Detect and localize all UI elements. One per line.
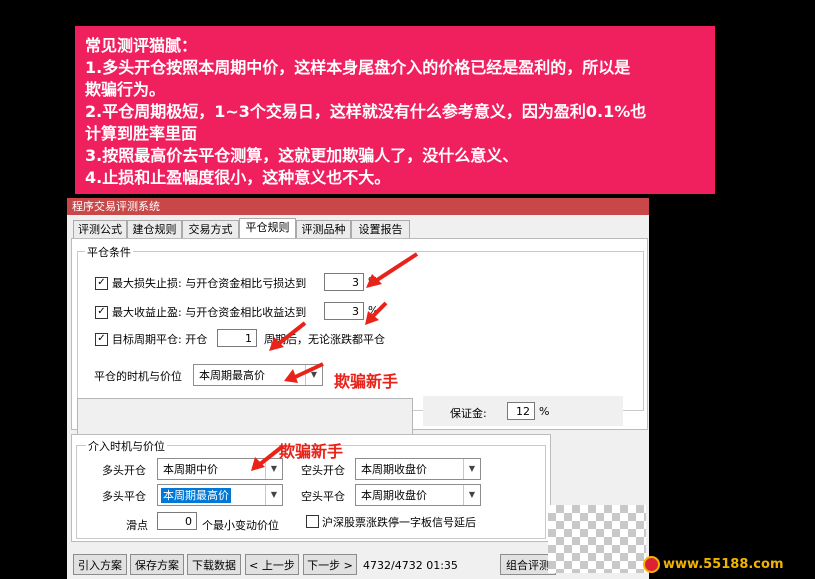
close-timing-label: 平仓的时机与价位 <box>94 370 182 383</box>
stop-loss-input[interactable]: 3 <box>324 273 364 291</box>
short-close-select[interactable]: 本周期收盘价 ▼ <box>355 484 481 506</box>
note-line: 4.止损和止盈幅度很小，这种意义也不大。 <box>85 168 391 187</box>
arrow-icon <box>269 321 307 351</box>
short-open-label: 空头开仓 <box>301 464 345 477</box>
tab-formula[interactable]: 评测公式 <box>73 220 127 238</box>
long-close-select[interactable]: 本周期最高价 ▼ <box>157 484 283 506</box>
entry-panel: 介入时机与价位 多头开仓 本周期中价 ▼ 空头开仓 本周期收盘价 ▼ 多头平仓 … <box>71 434 551 542</box>
long-open-label: 多头开仓 <box>102 464 146 477</box>
entry-group-title: 介入时机与价位 <box>86 438 167 454</box>
window-title: 程序交易评测系统 <box>67 198 649 215</box>
stop-loss-checkbox[interactable]: ✓ <box>95 277 108 290</box>
tab-report[interactable]: 设置报告 <box>351 220 410 238</box>
target-period-label: 目标周期平仓: 开仓 <box>112 333 208 346</box>
chevron-down-icon: ▼ <box>463 459 480 479</box>
limit-label: 沪深股票涨跌停一字板信号延后 <box>322 516 476 529</box>
note-line: 常见测评猫腻： <box>85 36 198 55</box>
long-close-value: 本周期最高价 <box>161 488 231 503</box>
short-close-value: 本周期收盘价 <box>361 489 427 502</box>
chevron-down-icon: ▼ <box>463 485 480 505</box>
margin-label: 保证金: <box>450 407 487 420</box>
note-line: 欺骗行为。 <box>85 80 166 99</box>
slippage-unit: 个最小变动价位 <box>202 519 279 532</box>
prev-button[interactable]: < 上一步 <box>245 554 299 575</box>
group-title: 平仓条件 <box>85 244 133 260</box>
cheat-annotation: 欺骗新手 <box>279 442 344 461</box>
arrow-icon <box>284 362 324 383</box>
take-profit-label: 最大收益止盈: 与开仓资金相比收益达到 <box>112 306 307 319</box>
margin-input[interactable]: 12 <box>507 402 535 420</box>
import-button[interactable]: 引入方案 <box>73 554 127 575</box>
blank-frame <box>77 398 413 436</box>
tab-trade-mode[interactable]: 交易方式 <box>182 220 239 238</box>
tab-open-rules[interactable]: 建仓规则 <box>127 220 182 238</box>
save-button[interactable]: 保存方案 <box>130 554 184 575</box>
close-timing-value: 本周期最高价 <box>199 369 265 382</box>
watermark: www.55188.com <box>643 556 784 573</box>
next-button[interactable]: 下一步 > <box>303 554 357 575</box>
take-profit-checkbox[interactable]: ✓ <box>95 306 108 319</box>
note-line: 计算到胜率里面 <box>85 124 198 143</box>
long-open-value: 本周期中价 <box>163 463 218 476</box>
annotation-note: 常见测评猫腻： 1.多头开仓按照本周期中价，这样本身尾盘介入的价格已经是盈利的，… <box>75 26 715 194</box>
take-profit-input[interactable]: 3 <box>324 302 364 320</box>
short-open-value: 本周期收盘价 <box>361 463 427 476</box>
arrow-icon <box>366 252 419 288</box>
margin-unit: % <box>539 405 550 418</box>
target-period-checkbox[interactable]: ✓ <box>95 333 108 346</box>
slippage-input[interactable]: 0 <box>157 512 197 530</box>
download-button[interactable]: 下载数据 <box>187 554 241 575</box>
arrow-icon <box>251 444 285 471</box>
tab-close-rules[interactable]: 平仓规则 <box>239 218 296 239</box>
short-open-select[interactable]: 本周期收盘价 ▼ <box>355 458 481 480</box>
note-line: 1.多头开仓按照本周期中价，这样本身尾盘介入的价格已经是盈利的，所以是 <box>85 58 631 77</box>
transparent-area <box>548 505 646 573</box>
short-close-label: 空头平仓 <box>301 490 345 503</box>
watermark-text: www.55188.com <box>663 557 784 572</box>
stop-loss-label: 最大损失止损: 与开仓资金相比亏损达到 <box>112 277 307 290</box>
target-period-input[interactable]: 1 <box>217 329 257 347</box>
tab-instruments[interactable]: 评测品种 <box>296 220 351 238</box>
long-close-label: 多头平仓 <box>102 490 146 503</box>
arrow-icon <box>365 301 388 325</box>
note-line: 3.按照最高价去平仓测算，这就更加欺骗人了，没什么意义、 <box>85 146 519 165</box>
progress-status: 4732/4732 01:35 <box>363 559 458 572</box>
note-line: 2.平仓周期极短，1~3个交易日，这样就没有什么参考意义，因为盈利0.1%也 <box>85 102 647 121</box>
limit-checkbox[interactable] <box>306 515 319 528</box>
site-logo-icon <box>643 556 660 573</box>
slippage-label: 滑点 <box>126 519 148 532</box>
cheat-annotation: 欺骗新手 <box>334 372 399 391</box>
chevron-down-icon: ▼ <box>265 485 282 505</box>
